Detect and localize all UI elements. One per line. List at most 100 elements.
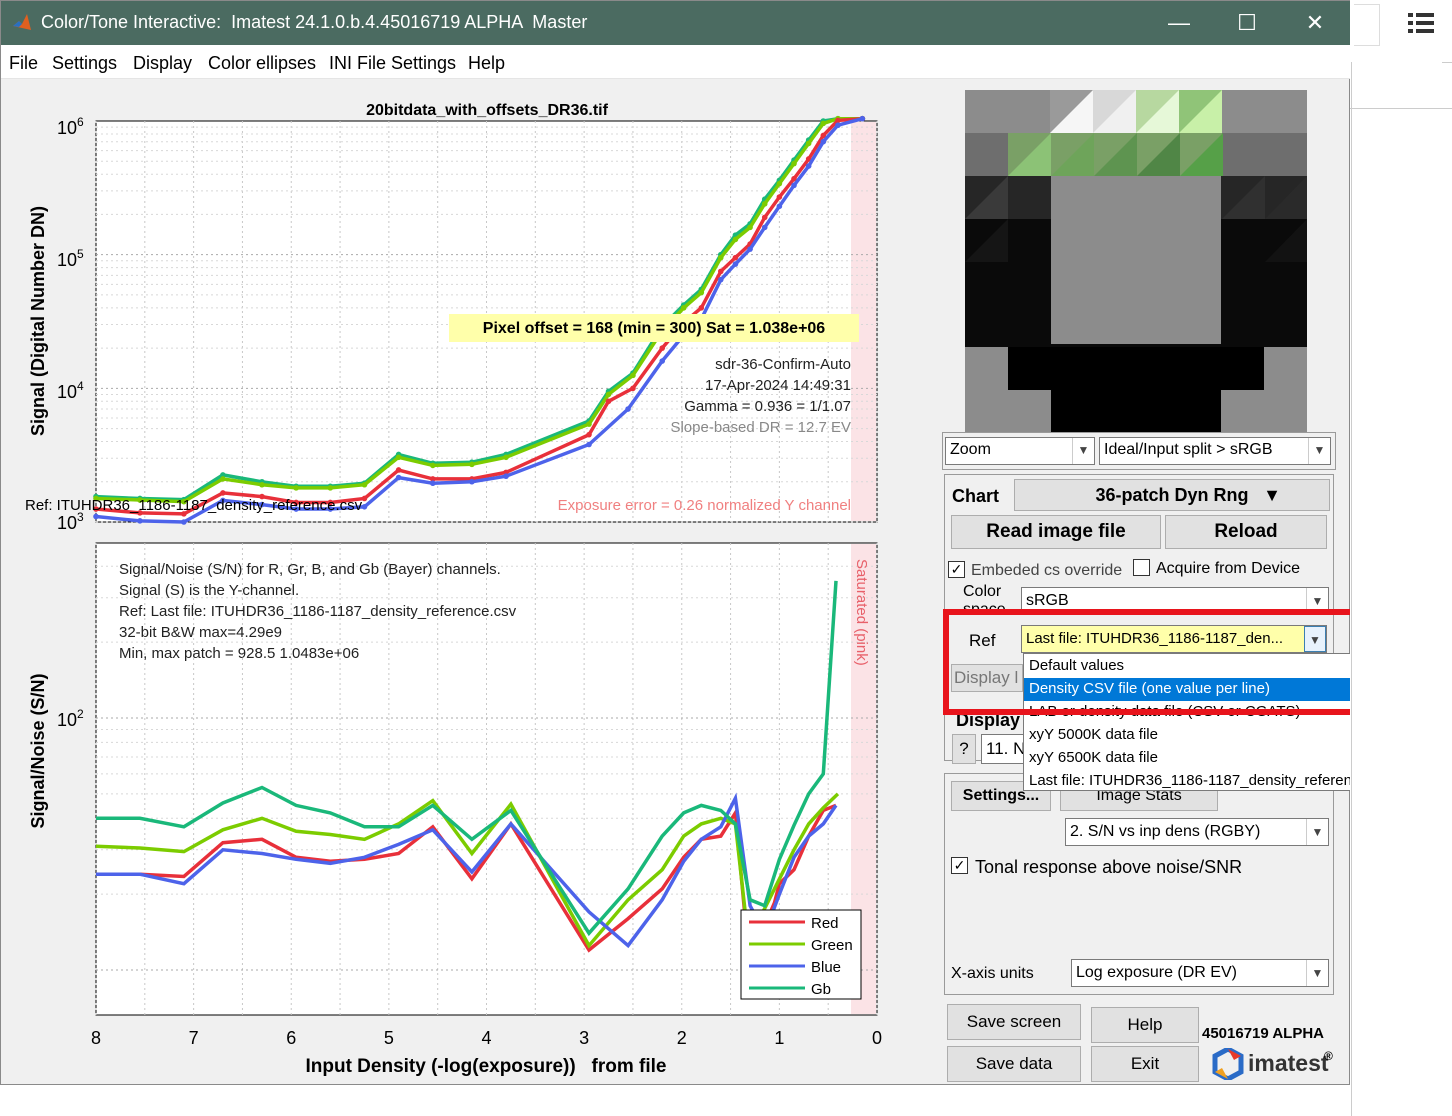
window-title: Color/Tone Interactive: Imatest 24.1.0.b… (41, 12, 588, 32)
embedded-cs-checkbox[interactable]: ✓ (948, 561, 965, 578)
close-button[interactable]: ✕ (1281, 1, 1349, 45)
data-point (805, 140, 812, 147)
version-label: 45016719 ALPHA (1202, 1025, 1325, 1042)
background-app-strip (1350, 0, 1452, 1116)
top-plot-ylabel: Signal (Digital Number DN) (28, 206, 48, 436)
data-point (835, 117, 841, 124)
data-point (586, 431, 592, 438)
data-point (820, 138, 827, 145)
data-point (605, 398, 612, 405)
bottom-ytick-1e2: 102 (57, 707, 84, 730)
data-point (93, 513, 99, 520)
svg-text:102: 102 (57, 707, 84, 730)
minimize-button[interactable]: — (1145, 1, 1213, 45)
view-mode-select[interactable]: Ideal/Input split > sRGB ▼ (1099, 437, 1331, 465)
data-point (503, 454, 509, 461)
data-point (659, 358, 666, 364)
tonal-response-label: Tonal response above noise/SNR (975, 857, 1243, 877)
data-point (791, 182, 797, 189)
data-point (395, 454, 402, 461)
top-plot-title: 20bitdata_with_offsets_DR36.tif (366, 102, 609, 119)
chevron-down-icon: ▼ (1306, 960, 1328, 986)
top-ytick-1e4: 104 (57, 379, 84, 402)
data-point (181, 519, 187, 525)
divider (1442, 62, 1452, 63)
x-tick-label: 1 (774, 1028, 784, 1048)
data-point (698, 289, 705, 296)
saturated-label: Saturated (pink) (853, 559, 870, 666)
data-point (469, 461, 475, 468)
menu-settings[interactable]: Settings (52, 53, 117, 74)
matlab-icon (13, 14, 31, 30)
embedded-cs-label: Embeded cs override (971, 562, 1123, 579)
data-point (791, 160, 797, 167)
imatest-logo-text: imatest (1248, 1050, 1329, 1076)
data-point (776, 203, 783, 210)
maximize-button[interactable]: ☐ (1213, 1, 1281, 45)
x-tick-label: 4 (481, 1028, 491, 1048)
data-point (430, 480, 436, 487)
hamburger-menu-icon[interactable] (1408, 12, 1434, 34)
menu-file[interactable]: File (9, 53, 38, 74)
tonal-response-checkbox[interactable]: ✓ (951, 857, 968, 874)
bottom-info-line-3: Ref: Last file: ITUHDR36_1186-1187_densi… (119, 603, 517, 620)
help-question-button[interactable]: ? (952, 734, 976, 764)
data-point (137, 518, 143, 524)
x-tick-label: 8 (91, 1028, 101, 1048)
bottom-info-line-2: Signal (S) is the Y-channel. (119, 582, 299, 599)
plot-type-select[interactable]: 2. S/N vs inp dens (RGBY) ▼ (1065, 818, 1329, 846)
menu-color-ellipses[interactable]: Color ellipses (208, 53, 316, 74)
bottom-info-line-4: 32-bit B&W max=4.29e9 (119, 624, 282, 641)
data-point (630, 372, 636, 379)
plots-area: 20bitdata_with_offsets_DR36.tif Signal (… (25, 102, 882, 1077)
exit-button[interactable]: Exit (1091, 1046, 1199, 1082)
data-point (718, 276, 724, 283)
bottom-info-line-5: Min, max patch = 928.5 1.0483e+06 (119, 645, 359, 662)
data-point (820, 120, 827, 127)
data-point (698, 305, 705, 311)
svg-text:Blue: Blue (811, 959, 841, 976)
title-bar[interactable]: Color/Tone Interactive: Imatest 24.1.0.b… (1, 1, 1351, 45)
chevron-down-icon: ▼ (1306, 819, 1328, 845)
x-tick-label: 7 (189, 1028, 199, 1048)
x-tick-label: 6 (286, 1028, 296, 1048)
menu-bar: File Settings Display Color ellipses INI… (1, 45, 1351, 79)
reload-button[interactable]: Reload (1165, 515, 1327, 549)
color-space-label: Color space (963, 583, 1006, 609)
menu-ini-file-settings[interactable]: INI File Settings (329, 53, 456, 74)
data-point (835, 122, 841, 129)
data-point (718, 254, 724, 261)
data-point (220, 490, 226, 496)
svg-text:Green: Green (811, 937, 853, 954)
help-button[interactable]: Help (1091, 1007, 1199, 1043)
zoom-select[interactable]: Zoom ▼ (945, 437, 1095, 465)
save-screen-button[interactable]: Save screen (947, 1004, 1081, 1040)
data-point (805, 163, 812, 169)
data-point (747, 224, 753, 231)
data-point (761, 224, 768, 231)
svg-text:Red: Red (811, 915, 839, 932)
read-image-file-button[interactable]: Read image file (951, 515, 1161, 549)
save-data-button[interactable]: Save data (947, 1046, 1081, 1082)
registered-mark: ® (1324, 1049, 1333, 1063)
x-tick-label: 2 (677, 1028, 687, 1048)
x-axis-units-select[interactable]: Log exposure (DR EV) ▼ (1071, 959, 1329, 987)
data-point (361, 481, 368, 488)
svg-text:105: 105 (57, 247, 84, 270)
menu-help[interactable]: Help (468, 53, 505, 74)
top-info-line-4: Slope-based DR = 12.7 EV (670, 419, 851, 436)
chart-type-select[interactable]: 36-patch Dyn Rng ▼ (1014, 479, 1330, 511)
imatest-logo-icon (1212, 1048, 1244, 1080)
menu-display[interactable]: Display (133, 53, 192, 74)
display-select[interactable]: 11. N (981, 734, 1027, 764)
data-point (430, 462, 436, 469)
data-point (761, 201, 768, 207)
pixel-offset-text: Pixel offset = 168 (min = 300) Sat = 1.0… (483, 320, 826, 337)
data-point (327, 485, 334, 491)
chart-preview-image (965, 90, 1307, 432)
dropdown-arrow-icon: ▼ (1263, 485, 1281, 505)
data-point (586, 421, 592, 427)
top-info-line-3: Gamma = 0.936 = 1/1.07 (684, 398, 851, 415)
data-point (659, 345, 666, 351)
acquire-checkbox[interactable] (1133, 559, 1150, 576)
